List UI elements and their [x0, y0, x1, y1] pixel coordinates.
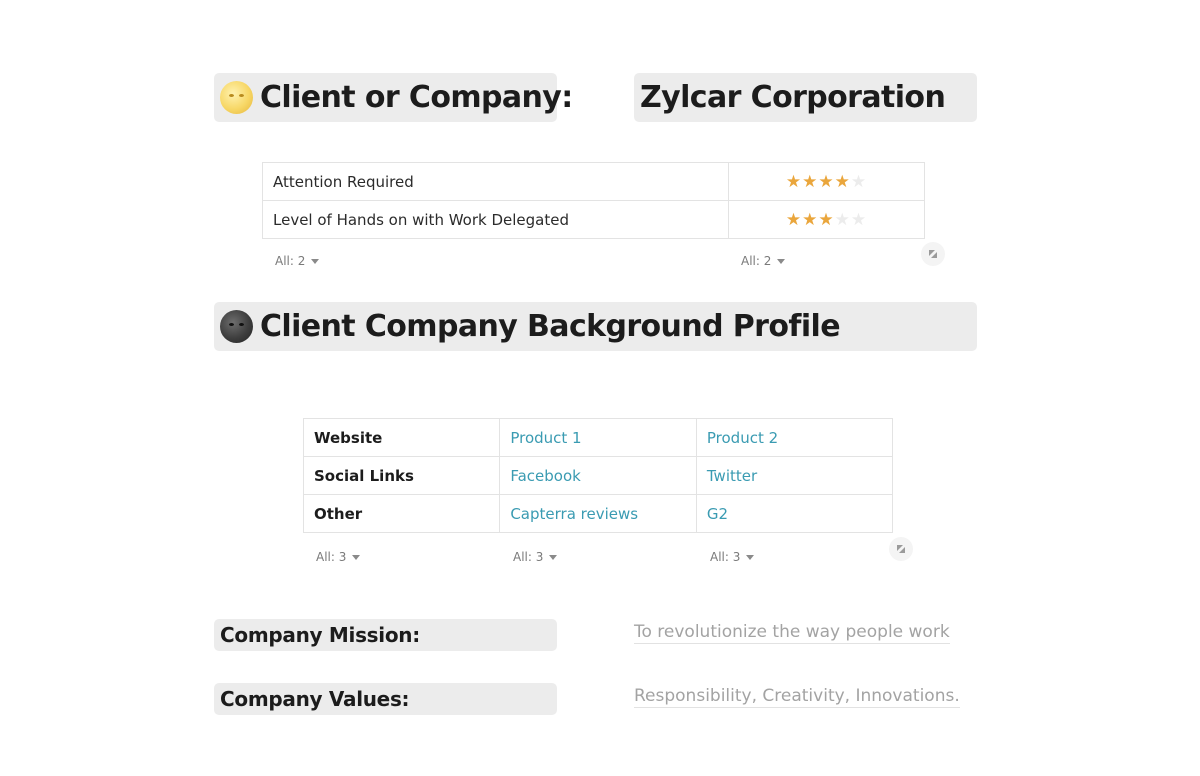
- links-row[interactable]: Other Capterra reviews G2: [302, 494, 894, 533]
- aggregate-label: All: 3: [710, 550, 741, 564]
- ratings-table: Attention Required ★★★★★ Level of Hands on…: [262, 162, 925, 239]
- chevron-down-icon: [549, 554, 558, 560]
- full-moon-face-icon: [220, 81, 253, 114]
- links-row[interactable]: Social Links Facebook Twitter: [302, 456, 894, 495]
- ratings-aggregate-1[interactable]: All: 2: [275, 254, 320, 268]
- links-aggregate-3[interactable]: All: 3: [710, 550, 755, 564]
- star-icon[interactable]: ★: [802, 210, 818, 230]
- link-cell[interactable]: Facebook: [499, 456, 697, 495]
- links-row-label[interactable]: Website: [302, 418, 501, 457]
- rating-stars[interactable]: ★★★★★: [728, 162, 925, 201]
- rating-row[interactable]: Attention Required ★★★★★: [262, 162, 925, 201]
- client-value-block[interactable]: Zylcar Corporation: [634, 73, 977, 122]
- aggregate-label: All: 3: [513, 550, 544, 564]
- aggregate-label: All: 2: [275, 254, 306, 268]
- chevron-down-icon: [746, 554, 755, 560]
- link-cell[interactable]: G2: [695, 494, 894, 533]
- star-icon[interactable]: ★: [835, 172, 851, 192]
- chevron-down-icon: [311, 258, 320, 264]
- star-icon[interactable]: ★: [835, 210, 851, 230]
- client-value: Zylcar Corporation: [640, 80, 946, 115]
- values-label: Company Values:: [220, 687, 410, 711]
- star-icon[interactable]: ★: [802, 172, 818, 192]
- link-cell[interactable]: Twitter: [695, 456, 894, 495]
- star-icon[interactable]: ★: [818, 172, 834, 192]
- star-icon[interactable]: ★: [786, 210, 802, 230]
- rating-row[interactable]: Level of Hands on with Work Delegated ★★★…: [262, 200, 925, 239]
- star-icon[interactable]: ★: [818, 210, 834, 230]
- links-row-label[interactable]: Other: [302, 494, 501, 533]
- links-row[interactable]: Website Product 1 Product 2: [302, 418, 894, 457]
- client-label: Client or Company:: [260, 80, 573, 115]
- star-icon[interactable]: ★: [851, 172, 867, 192]
- background-title: Client Company Background Profile: [260, 309, 841, 344]
- client-label-block[interactable]: Client or Company:: [214, 73, 573, 122]
- values-label-block[interactable]: Company Values:: [214, 683, 557, 715]
- link-cell[interactable]: Product 1: [499, 418, 697, 457]
- resize-handle-icon[interactable]: [889, 537, 913, 561]
- rating-label[interactable]: Attention Required: [262, 162, 729, 201]
- resize-handle-icon[interactable]: [921, 242, 945, 266]
- rating-stars[interactable]: ★★★★★: [728, 200, 925, 239]
- rating-label[interactable]: Level of Hands on with Work Delegated: [262, 200, 729, 239]
- mission-value[interactable]: To revolutionize the way people work: [634, 622, 950, 644]
- chevron-down-icon: [777, 258, 786, 264]
- links-table: Website Product 1 Product 2 Social Links Fac…: [302, 418, 894, 533]
- chevron-down-icon: [352, 554, 361, 560]
- aggregate-label: All: 3: [316, 550, 347, 564]
- values-value[interactable]: Responsibility, Creativity, Innovations.: [634, 686, 960, 708]
- link-cell[interactable]: Capterra reviews: [499, 494, 697, 533]
- link-cell[interactable]: Product 2: [695, 418, 894, 457]
- star-icon[interactable]: ★: [851, 210, 867, 230]
- ratings-aggregate-2[interactable]: All: 2: [741, 254, 786, 268]
- new-moon-face-icon: [220, 310, 253, 343]
- aggregate-label: All: 2: [741, 254, 772, 268]
- mission-label: Company Mission:: [220, 623, 420, 647]
- mission-label-block[interactable]: Company Mission:: [214, 619, 557, 651]
- star-icon[interactable]: ★: [786, 172, 802, 192]
- links-aggregate-2[interactable]: All: 3: [513, 550, 558, 564]
- background-heading-block[interactable]: Client Company Background Profile: [214, 302, 977, 351]
- links-aggregate-1[interactable]: All: 3: [316, 550, 361, 564]
- links-row-label[interactable]: Social Links: [302, 456, 501, 495]
